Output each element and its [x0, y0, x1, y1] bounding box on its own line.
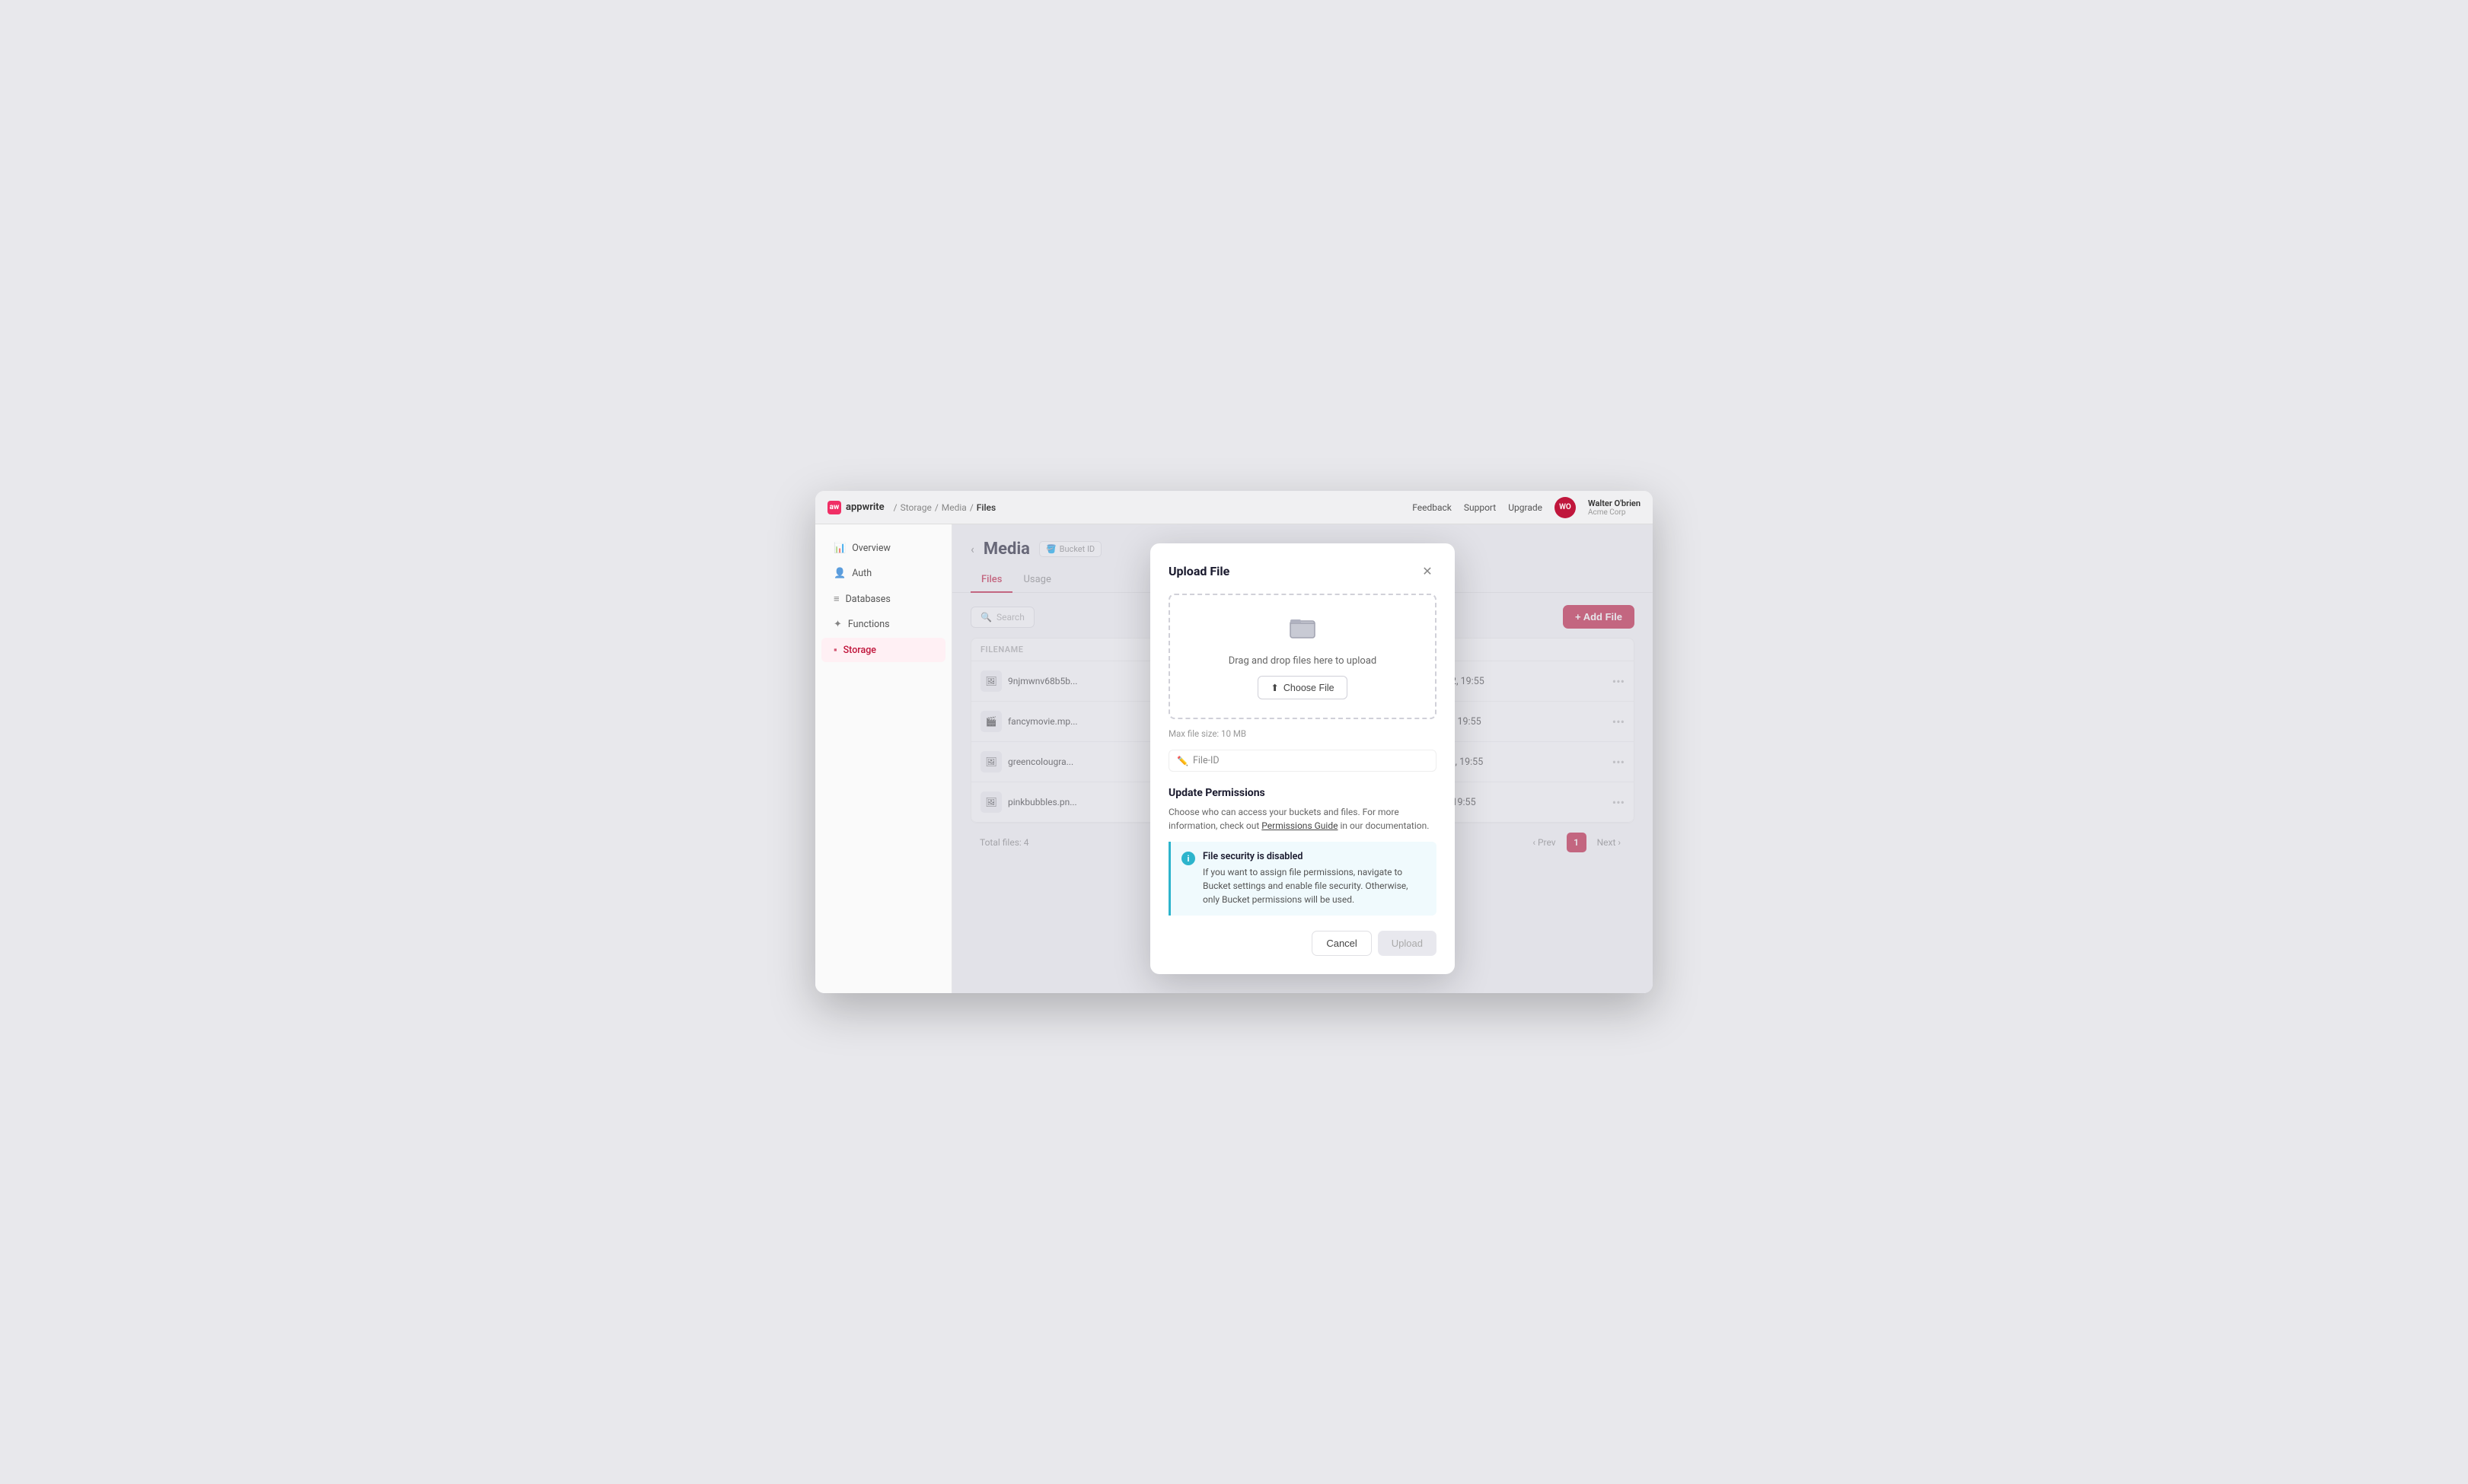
- sidebar-item-overview[interactable]: 📊 Overview: [821, 537, 945, 560]
- support-link[interactable]: Support: [1464, 502, 1496, 513]
- auth-icon: 👤: [834, 568, 846, 579]
- storage-icon: ▪: [834, 644, 837, 656]
- modal-header: Upload File ✕: [1169, 562, 1436, 580]
- info-icon: i: [1181, 852, 1195, 865]
- permissions-description: Choose who can access your buckets and f…: [1169, 805, 1436, 833]
- sidebar-label-auth: Auth: [852, 568, 872, 579]
- breadcrumb-sep3: /: [970, 502, 974, 513]
- close-icon: ✕: [1422, 564, 1432, 578]
- sidebar-item-auth[interactable]: 👤 Auth: [821, 562, 945, 585]
- folder-icon: [1289, 613, 1316, 646]
- breadcrumb-storage[interactable]: Storage: [901, 502, 932, 513]
- modal-overlay[interactable]: Upload File ✕ Drag: [952, 524, 1653, 993]
- user-avatar[interactable]: WO: [1554, 497, 1576, 518]
- modal-close-button[interactable]: ✕: [1418, 562, 1436, 580]
- user-name: Walter O'brien: [1588, 498, 1641, 508]
- main-layout: 📊 Overview 👤 Auth ≡ Databases ✦ Function…: [815, 524, 1653, 993]
- sidebar-label-functions: Functions: [848, 619, 890, 630]
- permissions-desc-2: in our documentation.: [1340, 820, 1429, 831]
- app-logo: aw appwrite: [827, 501, 885, 514]
- sidebar-label-databases: Databases: [846, 594, 891, 605]
- logo-icon: aw: [827, 501, 841, 514]
- info-text: If you want to assign file permissions, …: [1203, 865, 1426, 906]
- databases-icon: ≡: [834, 593, 840, 605]
- edit-icon: ✏️: [1177, 756, 1188, 766]
- sidebar-item-storage[interactable]: ▪ Storage: [821, 638, 945, 662]
- functions-icon: ✦: [834, 619, 842, 630]
- modal-title: Upload File: [1169, 564, 1229, 578]
- max-file-size: Max file size: 10 MB: [1169, 728, 1436, 739]
- content-area: ‹ Media 🪣 Bucket ID Files Usage 🔍 Search: [952, 524, 1653, 993]
- overview-icon: 📊: [834, 543, 846, 554]
- breadcrumb: / Storage / Media / Files: [894, 502, 996, 513]
- file-security-info-box: i File security is disabled If you want …: [1169, 842, 1436, 916]
- top-bar-right: Feedback Support Upgrade WO Walter O'bri…: [1412, 497, 1641, 518]
- cancel-button[interactable]: Cancel: [1312, 931, 1371, 956]
- sidebar: 📊 Overview 👤 Auth ≡ Databases ✦ Function…: [815, 524, 952, 993]
- drop-text: Drag and drop files here to upload: [1229, 655, 1377, 667]
- breadcrumb-sep2: /: [935, 502, 939, 513]
- browser-window: aw appwrite / Storage / Media / Files Fe…: [815, 491, 1653, 993]
- permissions-guide-link[interactable]: Permissions Guide: [1261, 820, 1338, 831]
- permissions-section-title: Update Permissions: [1169, 787, 1436, 799]
- sidebar-item-functions[interactable]: ✦ Functions: [821, 613, 945, 636]
- top-bar: aw appwrite / Storage / Media / Files Fe…: [815, 491, 1653, 524]
- breadcrumb-media[interactable]: Media: [942, 502, 967, 513]
- choose-file-button[interactable]: ⬆ Choose File: [1258, 676, 1347, 699]
- file-id-label[interactable]: File-ID: [1193, 755, 1220, 766]
- breadcrumb-files: Files: [977, 502, 996, 513]
- file-id-row: ✏️ File-ID: [1169, 750, 1436, 772]
- info-title: File security is disabled: [1203, 851, 1426, 862]
- sidebar-label-overview: Overview: [852, 543, 891, 554]
- info-content: File security is disabled If you want to…: [1203, 851, 1426, 906]
- upload-file-modal: Upload File ✕ Drag: [1150, 543, 1455, 974]
- upgrade-button[interactable]: Upgrade: [1508, 502, 1542, 513]
- upload-small-icon: ⬆: [1271, 682, 1278, 693]
- user-info: Walter O'brien Acme Corp: [1588, 498, 1641, 517]
- logo-text: appwrite: [846, 502, 885, 513]
- modal-footer: Cancel Upload: [1169, 931, 1436, 956]
- upload-button[interactable]: Upload: [1378, 931, 1436, 956]
- feedback-link[interactable]: Feedback: [1412, 502, 1452, 513]
- breadcrumb-sep1: /: [894, 502, 898, 513]
- drop-zone[interactable]: Drag and drop files here to upload ⬆ Cho…: [1169, 594, 1436, 719]
- user-org: Acme Corp: [1588, 508, 1641, 517]
- sidebar-item-databases[interactable]: ≡ Databases: [821, 587, 945, 611]
- sidebar-label-storage: Storage: [843, 645, 876, 656]
- choose-file-label: Choose File: [1283, 683, 1334, 693]
